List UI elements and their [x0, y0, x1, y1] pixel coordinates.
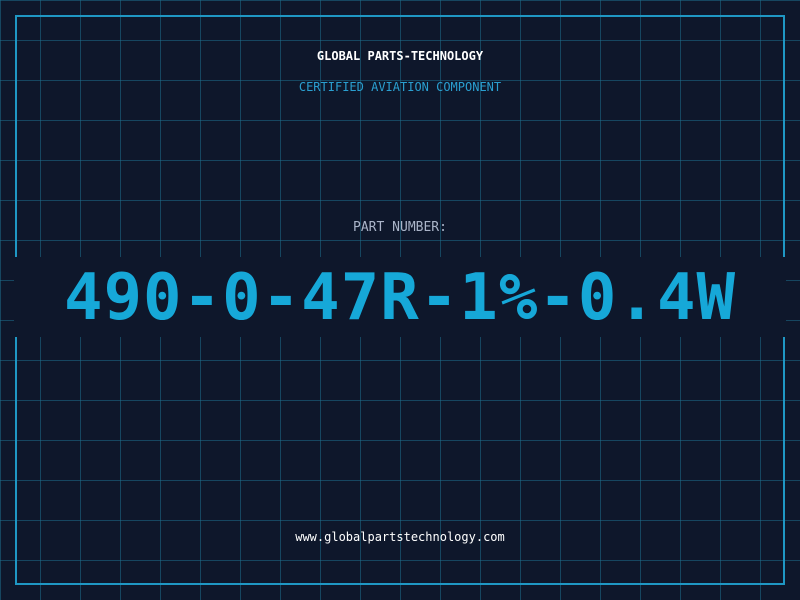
certification-subtitle: CERTIFIED AVIATION COMPONENT: [298, 80, 502, 94]
website-url: www.globalpartstechnology.com: [295, 530, 505, 544]
part-number-value: 490-0-47R-1%-0.4W: [63, 261, 737, 335]
part-label-card: GLOBAL PARTS-TECHNOLOGY CERTIFIED AVIATI…: [0, 0, 800, 600]
company-name: GLOBAL PARTS-TECHNOLOGY: [316, 49, 484, 63]
part-number-label: PART NUMBER:: [353, 220, 447, 235]
